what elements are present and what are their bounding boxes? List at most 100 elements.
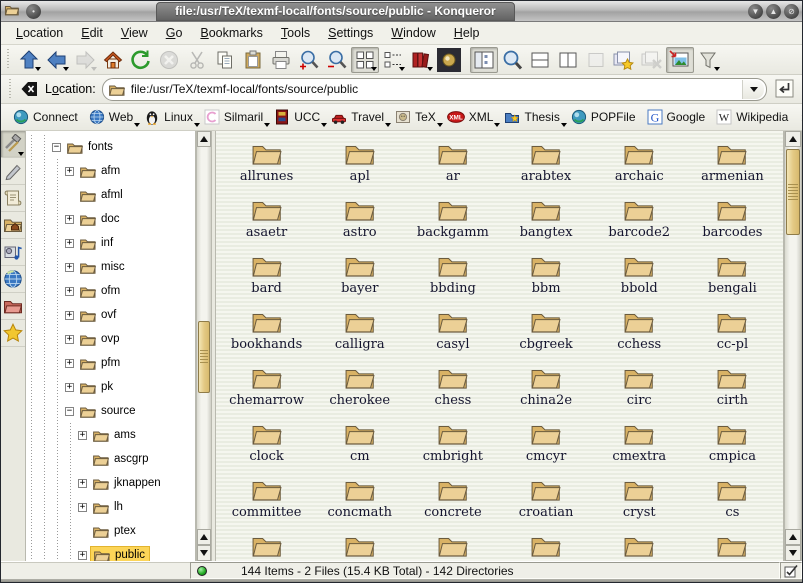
folder-item-apl[interactable]: apl <box>313 135 406 191</box>
folder-item-barcodes[interactable]: barcodes <box>686 191 779 247</box>
tree-expander-plus[interactable]: + <box>78 431 87 440</box>
folder-item-bbding[interactable]: bbding <box>406 247 499 303</box>
image-preview-button[interactable] <box>666 47 694 73</box>
folder-item-bangtex[interactable]: bangtex <box>499 191 592 247</box>
list-view-button-dropdown[interactable] <box>399 67 405 71</box>
view-scroll-up2-button[interactable] <box>785 529 801 545</box>
split-vertical-button[interactable] <box>554 47 582 73</box>
folder-item-cmcyr[interactable]: cmcyr <box>499 415 592 471</box>
folder-item-casyl[interactable]: casyl <box>406 303 499 359</box>
link-view-checkbox[interactable] <box>780 562 802 579</box>
folder-item-backgamm[interactable]: backgamm <box>406 191 499 247</box>
tree-item-ofm[interactable]: + ofm <box>26 279 195 303</box>
folder-item-allrunes[interactable]: allrunes <box>220 135 313 191</box>
minimize-button[interactable]: ▼ <box>748 4 763 19</box>
copy-button[interactable] <box>211 47 239 73</box>
bookmark-google[interactable]: GGoogle <box>643 107 713 127</box>
up-button-dropdown[interactable] <box>35 67 41 71</box>
view-scroll-thumb[interactable] <box>786 149 800 235</box>
maximize-button[interactable]: ▲ <box>766 4 781 19</box>
sidebar-network-tab[interactable] <box>1 266 25 293</box>
folder-item-archaic[interactable]: archaic <box>593 135 686 191</box>
bookmark-travel[interactable]: Travel <box>327 107 391 127</box>
gear-view-button[interactable] <box>435 47 463 73</box>
tree-expander-plus[interactable]: + <box>65 167 74 176</box>
menu-bookmarks[interactable]: Bookmarks <box>191 24 272 42</box>
sidebar-home-folder-tab[interactable] <box>1 212 25 239</box>
folder-item-cmextra[interactable]: cmextra <box>593 415 686 471</box>
list-view-button[interactable] <box>379 47 407 73</box>
up-button[interactable] <box>15 47 43 73</box>
folder-item-cmbright[interactable]: cmbright <box>406 415 499 471</box>
tree-item-ptex[interactable]: ptex <box>26 519 195 543</box>
sidebar-toggle-button[interactable] <box>470 47 498 73</box>
tree-item-ascgrp[interactable]: ascgrp <box>26 447 195 471</box>
print-button[interactable] <box>267 47 295 73</box>
folder-item-bard[interactable]: bard <box>220 247 313 303</box>
location-dropdown-button[interactable] <box>742 80 764 99</box>
tree-expander-plus[interactable]: + <box>78 551 87 560</box>
tree-expander-plus[interactable]: + <box>65 359 74 368</box>
menu-location[interactable]: Location <box>7 24 72 42</box>
menu-window[interactable]: Window <box>382 24 444 42</box>
tree-item-ovp[interactable]: + ovp <box>26 327 195 351</box>
go-button[interactable] <box>772 77 798 101</box>
folder-item-concmath[interactable]: concmath <box>313 471 406 527</box>
tree-expander-plus[interactable]: + <box>65 311 74 320</box>
tree-item-jknappen[interactable]: + jknappen <box>26 471 195 495</box>
bookmark-overflow-chevron[interactable]: » <box>795 109 803 125</box>
tree-item-source[interactable]: − source <box>26 399 195 423</box>
filter-button-dropdown[interactable] <box>714 67 720 71</box>
sidebar-config-tab[interactable] <box>1 131 25 158</box>
bookmark-thesis[interactable]: Thesis <box>500 107 566 127</box>
location-toolbar-grip[interactable] <box>7 79 15 99</box>
reload-button[interactable] <box>127 47 155 73</box>
view-scrollbar[interactable] <box>784 131 802 561</box>
folder-item-circ[interactable]: circ <box>593 359 686 415</box>
folder-item-cbgreek[interactable]: cbgreek <box>499 303 592 359</box>
tree-item-pfm[interactable]: + pfm <box>26 351 195 375</box>
tree-expander-plus[interactable]: + <box>78 479 87 488</box>
tree-item-doc[interactable]: + doc <box>26 207 195 231</box>
folder-item-concrete[interactable]: concrete <box>406 471 499 527</box>
sidebar-root-folder-tab[interactable] <box>1 293 25 320</box>
stop-button[interactable] <box>155 47 183 73</box>
folder-item-arabtex[interactable]: arabtex <box>499 135 592 191</box>
filter-button[interactable] <box>694 47 722 73</box>
view-scroll-up-button[interactable] <box>785 131 801 147</box>
folder-item-partial[interactable] <box>593 527 686 561</box>
menu-edit[interactable]: Edit <box>72 24 112 42</box>
bookshelf-view-button-dropdown[interactable] <box>427 67 433 71</box>
folder-item-armenian[interactable]: armenian <box>686 135 779 191</box>
tree-expander-plus[interactable]: + <box>65 383 74 392</box>
tree-scroll-thumb[interactable] <box>198 321 210 393</box>
menu-help[interactable]: Help <box>445 24 489 42</box>
bookmark-xml[interactable]: XMLXML <box>443 107 501 127</box>
folder-item-china2e[interactable]: china2e <box>499 359 592 415</box>
forward-button[interactable] <box>71 47 99 73</box>
tree-item-afm[interactable]: + afm <box>26 159 195 183</box>
folder-item-cs[interactable]: cs <box>686 471 779 527</box>
folder-item-cm[interactable]: cm <box>313 415 406 471</box>
close-view-button[interactable] <box>638 47 666 73</box>
bookmark-popfile[interactable]: POPFile <box>567 107 643 127</box>
zoom-out-button[interactable] <box>323 47 351 73</box>
tree-scroll-down-button[interactable] <box>197 545 211 561</box>
forward-button-dropdown[interactable] <box>91 67 97 71</box>
menu-go[interactable]: Go <box>157 24 192 42</box>
folder-item-barcode2[interactable]: barcode2 <box>593 191 686 247</box>
bookshelf-view-button[interactable] <box>407 47 435 73</box>
close-button[interactable]: ⊘ <box>784 4 799 19</box>
bookmark-wikipedia[interactable]: WWikipedia <box>712 107 795 127</box>
back-button[interactable] <box>43 47 71 73</box>
menu-settings[interactable]: Settings <box>319 24 382 42</box>
bookmark-silmaril[interactable]: Silmaril <box>200 107 270 127</box>
zoom-in-button[interactable] <box>295 47 323 73</box>
bookmark-connect[interactable]: Connect <box>9 107 85 127</box>
sidebar-history-tab[interactable] <box>1 185 25 212</box>
tree-item-pk[interactable]: + pk <box>26 375 195 399</box>
paste-button[interactable] <box>239 47 267 73</box>
back-button-dropdown[interactable] <box>63 67 69 71</box>
sticky-button[interactable]: • <box>26 4 41 19</box>
tree-item-inf[interactable]: + inf <box>26 231 195 255</box>
